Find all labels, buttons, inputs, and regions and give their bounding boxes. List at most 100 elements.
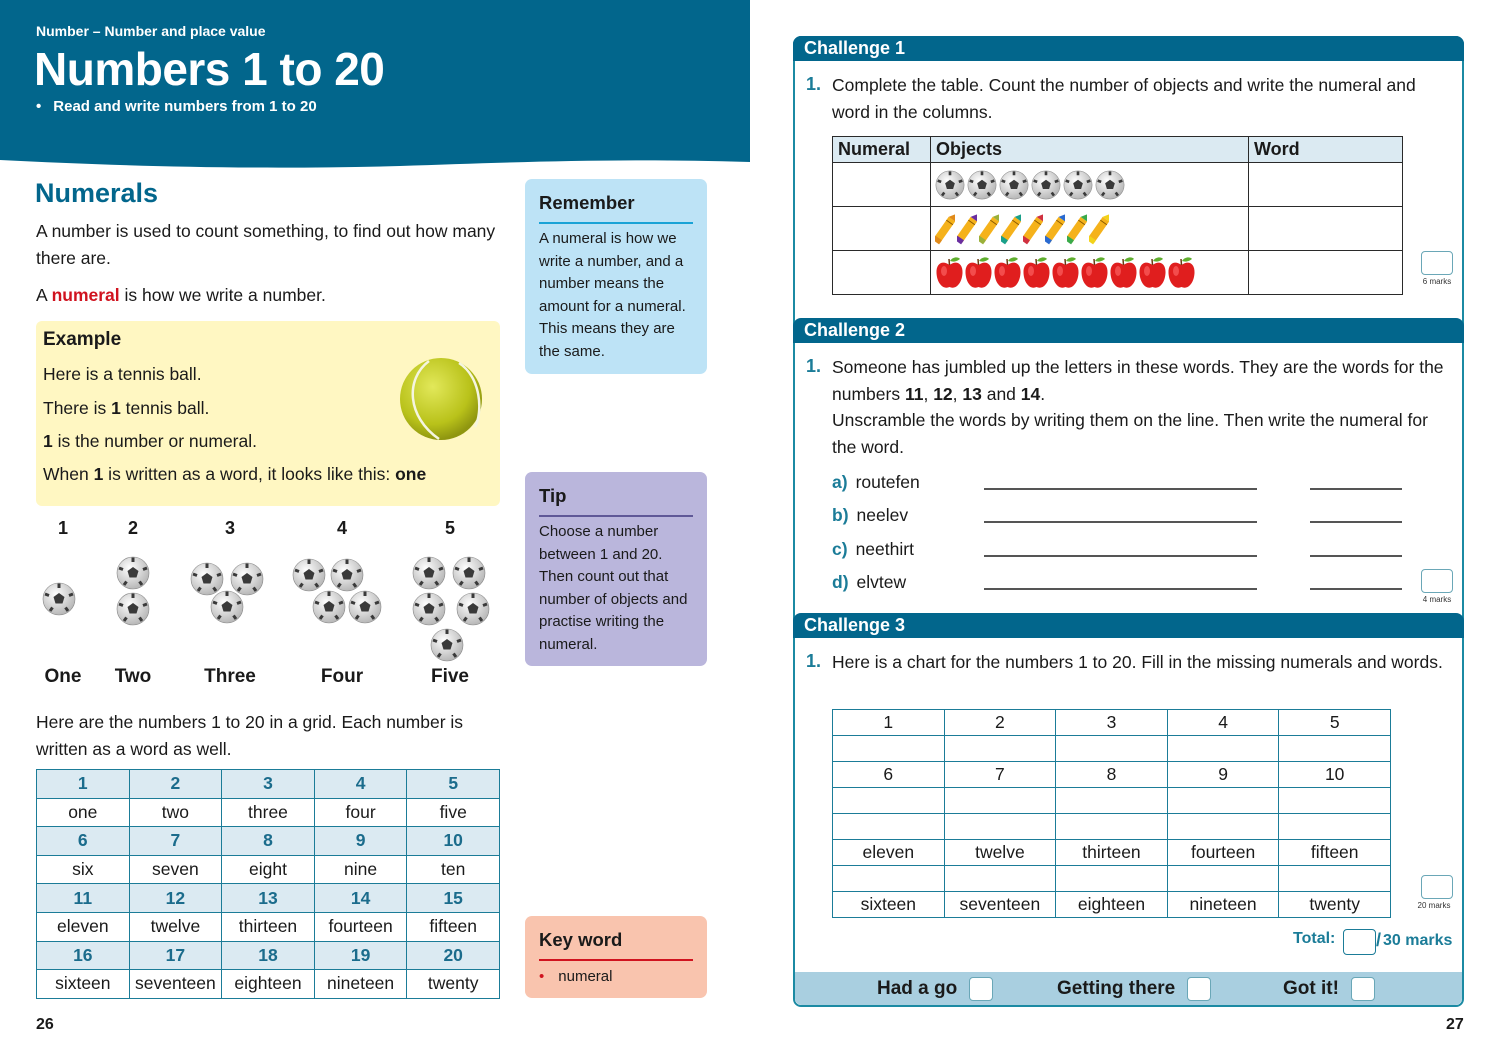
self-assessment-got-it: Got it! [1283,977,1375,1001]
answer-cell[interactable] [1055,865,1168,892]
count-word: Five [430,666,470,687]
word-answer-line[interactable] [984,588,1257,590]
grid-numeral-cell: 20 [406,940,500,971]
grid-word-cell: nine [313,854,408,885]
divider [539,959,693,961]
apple-icon [1051,255,1080,291]
numeral-answer-line[interactable] [1310,488,1402,490]
chart-cell: 9 [1166,761,1280,788]
count-numeral: 2 [127,518,138,538]
football-objects [931,170,1248,200]
chart-cell: fifteen [1278,839,1391,866]
chart-cell: thirteen [1055,839,1168,866]
total-score-input[interactable] [1343,929,1376,955]
marks-label: 6 marks [1422,277,1452,286]
chart-cell: 5 [1278,709,1391,736]
table-row [832,206,1403,251]
checkbox[interactable] [1350,977,1375,1001]
count-word: One [44,666,82,687]
answer-cell[interactable] [943,865,1057,892]
football-icon [312,590,346,624]
table-row [832,865,1391,892]
apple-icon [1109,255,1138,291]
marks-box-challenge-2[interactable] [1421,569,1453,593]
answer-cell[interactable] [1166,787,1280,814]
crayon-icon [976,211,1000,247]
word-answer-cell[interactable] [1248,250,1403,295]
football-icon [412,592,446,626]
answer-cell[interactable] [1278,787,1391,814]
grid-word-cell: ten [406,854,500,885]
word-answer-line[interactable] [984,555,1257,557]
slash: / [1376,930,1382,950]
grid-numeral-cell: 11 [36,883,130,913]
numeral-answer-line[interactable] [1310,555,1402,557]
answer-cell[interactable] [1278,813,1391,840]
challenge-1-header: Challenge 1 [793,36,1464,61]
football-icon [430,628,464,662]
intro-paragraph: A number is used to count something, to … [36,221,496,268]
challenge-3-question: Here is a chart for the numbers 1 to 20.… [832,652,1443,672]
answer-cell[interactable] [832,813,945,840]
example-line: When 1 is written as a word, it looks li… [43,464,427,484]
answer-cell[interactable] [832,735,945,762]
challenge-2-header: Challenge 2 [793,318,1464,343]
chart-cell: eighteen [1055,891,1168,918]
football-icon [452,556,486,590]
answer-cell[interactable] [1166,735,1280,762]
answer-cell[interactable] [832,865,945,892]
answer-cell[interactable] [1166,813,1280,840]
word-answer-cell[interactable] [1248,162,1403,207]
grid-numeral-cell: 7 [128,826,223,856]
answer-cell[interactable] [1055,787,1168,814]
example-title: Example [43,329,122,350]
football-icon [1063,170,1093,200]
grid-numeral-cell: 13 [221,883,315,913]
answer-cell[interactable] [943,787,1057,814]
answer-cell[interactable] [1055,813,1168,840]
checkbox[interactable] [969,977,994,1001]
answer-cell[interactable] [1055,735,1168,762]
grid-word-cell: thirteen [221,911,315,942]
numeral-answer-line[interactable] [1310,521,1402,523]
answer-cell[interactable] [1166,865,1280,892]
crayon-objects [931,211,1248,247]
football-icon [967,170,997,200]
answer-cell[interactable] [832,787,945,814]
grid-word-cell: seven [128,854,223,885]
chapter-header: Number – Number and place value Numbers … [0,0,750,176]
table-row [832,162,1403,207]
bullet-icon: • [539,968,545,985]
word-answer-line[interactable] [984,488,1257,490]
apple-icon [964,255,993,291]
checkbox[interactable] [1187,977,1212,1001]
answer-cell[interactable] [1278,735,1391,762]
football-icon [292,558,326,592]
marks-label: 4 marks [1422,595,1452,604]
marks-box-challenge-3[interactable] [1421,875,1453,899]
grid-numeral-cell: 5 [406,769,500,799]
marks-box-challenge-1[interactable] [1421,251,1453,275]
numeral-answer-line[interactable] [1310,588,1402,590]
answer-cell[interactable] [943,813,1057,840]
text: A [36,285,52,305]
objects-table: Numeral Objects Word [832,136,1403,295]
scramble-item-c: c) neethirt [832,539,914,559]
table-row: 6 7 8 9 10 [832,761,1391,788]
chapter-subtitle: Number – Number and place value [36,23,266,39]
self-assessment-had-a-go: Had a go [877,977,994,1001]
answer-cell[interactable] [943,735,1057,762]
chart-cell: 6 [832,761,945,788]
question-number: 1. [806,74,822,94]
numeral-answer-cell[interactable] [832,162,931,207]
table-row [832,250,1403,295]
page-number-left: 26 [36,1016,54,1033]
football-icon [999,170,1029,200]
grid-word-cell: seventeen [128,969,223,999]
numeral-answer-cell[interactable] [832,250,931,295]
answer-cell[interactable] [1278,865,1391,892]
word-answer-cell[interactable] [1248,206,1403,251]
word-answer-line[interactable] [984,521,1257,523]
numeral-answer-cell[interactable] [832,206,931,251]
grid-numeral-cell: 16 [36,940,130,971]
